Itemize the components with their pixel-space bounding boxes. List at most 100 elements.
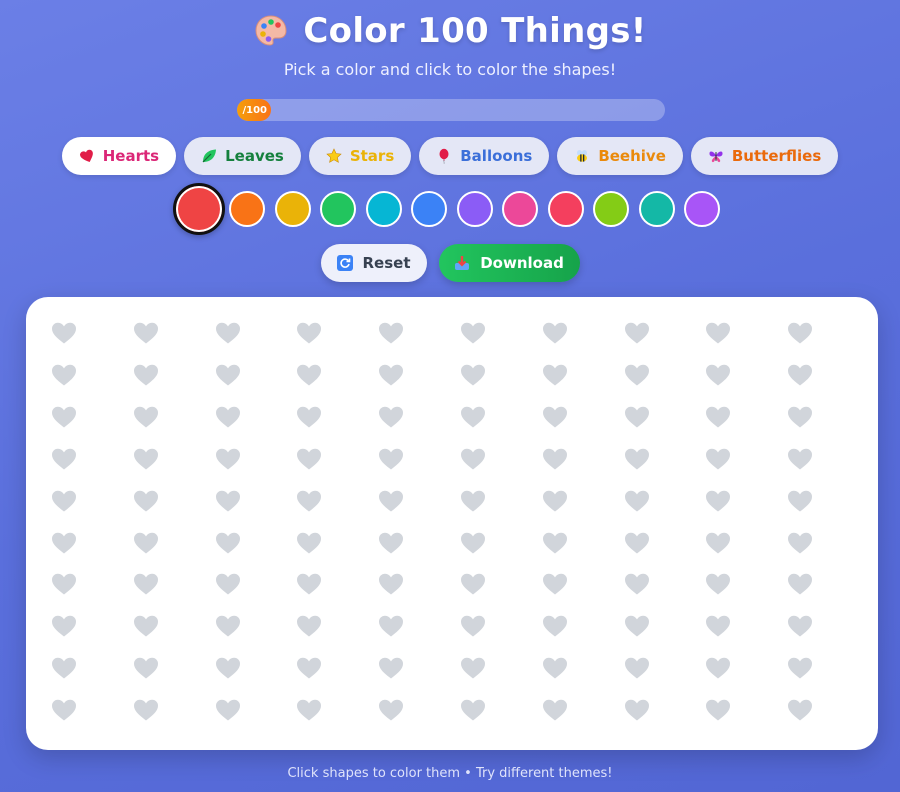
heart-shape[interactable] (624, 572, 650, 596)
tab-stars[interactable]: Stars (308, 137, 412, 175)
color-swatch-11[interactable] (638, 191, 675, 227)
color-swatch-12[interactable] (684, 191, 720, 227)
heart-shape[interactable] (51, 698, 77, 722)
heart-shape[interactable] (133, 363, 159, 387)
heart-shape[interactable] (133, 614, 159, 638)
heart-shape[interactable] (215, 698, 241, 722)
color-swatch-5[interactable] (365, 191, 402, 227)
heart-shape[interactable] (542, 531, 568, 555)
heart-shape[interactable] (51, 572, 77, 596)
heart-shape[interactable] (215, 321, 241, 345)
heart-shape[interactable] (133, 656, 159, 680)
color-swatch-7[interactable] (456, 191, 493, 227)
heart-shape[interactable] (296, 656, 322, 680)
heart-shape[interactable] (624, 656, 650, 680)
heart-shape[interactable] (624, 405, 650, 429)
heart-shape[interactable] (787, 321, 813, 345)
heart-shape[interactable] (378, 698, 404, 722)
reset-button[interactable]: Reset (320, 244, 427, 282)
heart-shape[interactable] (133, 321, 159, 345)
heart-shape[interactable] (460, 321, 486, 345)
color-swatch-6[interactable] (411, 191, 447, 227)
heart-shape[interactable] (51, 489, 77, 513)
heart-shape[interactable] (787, 489, 813, 513)
heart-shape[interactable] (51, 321, 77, 345)
heart-shape[interactable] (624, 321, 650, 345)
heart-shape[interactable] (624, 489, 650, 513)
heart-shape[interactable] (542, 489, 568, 513)
heart-shape[interactable] (133, 489, 159, 513)
heart-shape[interactable] (787, 405, 813, 429)
color-swatch-8[interactable] (502, 191, 538, 227)
heart-shape[interactable] (787, 614, 813, 638)
heart-shape[interactable] (705, 405, 731, 429)
heart-shape[interactable] (460, 656, 486, 680)
heart-shape[interactable] (296, 531, 322, 555)
heart-shape[interactable] (215, 363, 241, 387)
heart-shape[interactable] (215, 572, 241, 596)
heart-shape[interactable] (705, 447, 731, 471)
heart-shape[interactable] (542, 363, 568, 387)
heart-shape[interactable] (215, 531, 241, 555)
tab-balloons[interactable]: Balloons (419, 137, 550, 175)
heart-shape[interactable] (542, 656, 568, 680)
heart-shape[interactable] (460, 489, 486, 513)
heart-shape[interactable] (378, 321, 404, 345)
heart-shape[interactable] (378, 531, 404, 555)
heart-shape[interactable] (133, 572, 159, 596)
heart-shape[interactable] (378, 447, 404, 471)
heart-shape[interactable] (133, 698, 159, 722)
heart-shape[interactable] (51, 656, 77, 680)
heart-shape[interactable] (705, 698, 731, 722)
heart-shape[interactable] (460, 405, 486, 429)
heart-shape[interactable] (542, 321, 568, 345)
heart-shape[interactable] (378, 656, 404, 680)
color-swatch-10[interactable] (593, 191, 629, 227)
heart-shape[interactable] (542, 572, 568, 596)
heart-shape[interactable] (51, 614, 77, 638)
heart-shape[interactable] (51, 447, 77, 471)
download-button[interactable]: Download (438, 244, 580, 282)
heart-shape[interactable] (542, 447, 568, 471)
heart-shape[interactable] (705, 489, 731, 513)
heart-shape[interactable] (787, 572, 813, 596)
heart-shape[interactable] (133, 531, 159, 555)
color-swatch-4[interactable] (320, 191, 356, 227)
heart-shape[interactable] (460, 447, 486, 471)
heart-shape[interactable] (378, 363, 404, 387)
heart-shape[interactable] (624, 447, 650, 471)
heart-shape[interactable] (296, 447, 322, 471)
tab-beehive[interactable]: Beehive (557, 137, 683, 175)
heart-shape[interactable] (542, 614, 568, 638)
heart-shape[interactable] (378, 489, 404, 513)
color-swatch-1[interactable] (173, 183, 225, 235)
heart-shape[interactable] (787, 698, 813, 722)
heart-shape[interactable] (460, 614, 486, 638)
heart-shape[interactable] (296, 572, 322, 596)
color-swatch-9[interactable] (547, 191, 584, 227)
heart-shape[interactable] (787, 363, 813, 387)
heart-shape[interactable] (787, 656, 813, 680)
tab-leaves[interactable]: Leaves (184, 137, 301, 175)
heart-shape[interactable] (215, 405, 241, 429)
heart-shape[interactable] (787, 531, 813, 555)
heart-shape[interactable] (296, 363, 322, 387)
heart-shape[interactable] (378, 572, 404, 596)
heart-shape[interactable] (133, 405, 159, 429)
heart-shape[interactable] (296, 405, 322, 429)
heart-shape[interactable] (215, 614, 241, 638)
heart-shape[interactable] (296, 614, 322, 638)
heart-shape[interactable] (51, 531, 77, 555)
heart-shape[interactable] (624, 614, 650, 638)
tab-butterflies[interactable]: Butterflies (690, 137, 839, 175)
heart-shape[interactable] (215, 447, 241, 471)
heart-shape[interactable] (460, 363, 486, 387)
heart-shape[interactable] (460, 698, 486, 722)
heart-shape[interactable] (624, 531, 650, 555)
heart-shape[interactable] (296, 489, 322, 513)
heart-shape[interactable] (705, 614, 731, 638)
heart-shape[interactable] (296, 321, 322, 345)
heart-shape[interactable] (624, 363, 650, 387)
heart-shape[interactable] (51, 363, 77, 387)
heart-shape[interactable] (51, 405, 77, 429)
